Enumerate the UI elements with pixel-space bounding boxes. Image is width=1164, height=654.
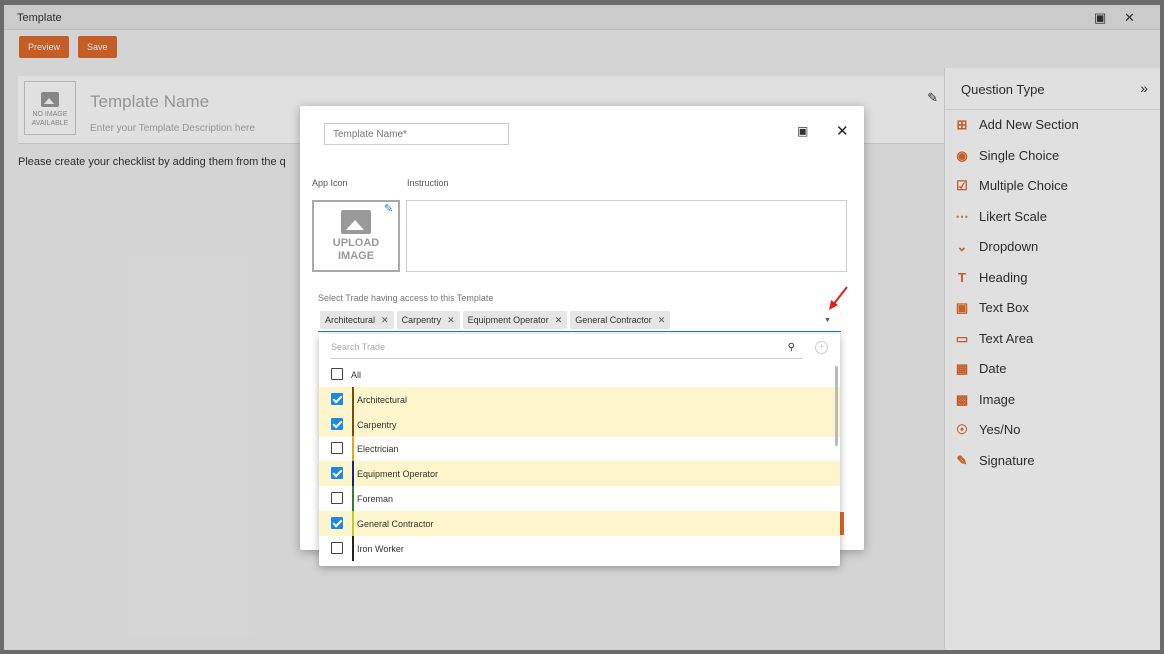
search-trade-field[interactable]: Search Trade ⚲	[331, 339, 803, 359]
trade-option-label: Iron Worker	[357, 543, 404, 554]
modal-maximize-icon[interactable]: ▣	[797, 124, 808, 138]
trade-color-bar	[352, 461, 354, 487]
image-icon	[341, 210, 371, 234]
trade-select-label: Select Trade having access to this Templ…	[318, 293, 494, 303]
trade-checkbox[interactable]	[331, 541, 343, 554]
trade-option[interactable]: General Contractor	[319, 510, 840, 536]
trade-option-label: Carpentry	[357, 419, 397, 430]
trade-color-bar	[352, 411, 354, 437]
trade-option[interactable]: Carpentry	[319, 411, 840, 437]
trade-checkbox[interactable]	[331, 492, 343, 504]
trade-color-bar	[352, 535, 354, 561]
selected-trade-chips: Architectural ✕ Carpentry ✕ Equipment Operat…	[320, 311, 673, 329]
remove-chip-icon[interactable]: ✕	[381, 315, 389, 325]
trade-option-label: Architectural	[357, 394, 408, 405]
trade-checkbox[interactable]	[331, 417, 343, 430]
trade-checkbox[interactable]	[331, 516, 343, 529]
trade-chip: General Contractor ✕	[570, 311, 671, 329]
instruction-label: Instruction	[407, 178, 449, 188]
trade-option-label: General Contractor	[357, 518, 434, 529]
dropdown-caret-icon[interactable]: ▼	[824, 317, 831, 324]
trade-option-label: All	[351, 370, 362, 380]
trade-option[interactable]: Foreman	[319, 486, 840, 511]
remove-chip-icon[interactable]: ✕	[658, 315, 666, 325]
trade-color-bar	[352, 386, 354, 412]
red-arrow-annotation	[829, 286, 848, 310]
trade-chip: Carpentry ✕	[396, 311, 460, 329]
trade-option-label: Electrician	[357, 444, 399, 455]
trade-chip-label: General Contractor	[575, 315, 652, 325]
search-trade-input[interactable]: Search Trade	[331, 342, 385, 352]
app-icon-label: App Icon	[312, 178, 348, 188]
trade-option[interactable]: Equipment Operator	[319, 461, 840, 487]
trade-select-underline	[318, 331, 841, 332]
instruction-textarea[interactable]	[406, 200, 847, 272]
trade-chip-label: Carpentry	[401, 315, 442, 325]
trade-checkbox[interactable]	[331, 368, 343, 380]
template-name-input[interactable]	[324, 123, 509, 145]
modal-close-icon[interactable]: ✕	[836, 122, 849, 140]
trade-chip: Architectural ✕	[320, 311, 394, 329]
remove-chip-icon[interactable]: ✕	[555, 315, 563, 325]
trade-checkbox[interactable]	[331, 467, 343, 480]
edit-image-pencil-icon[interactable]: ✎	[384, 202, 393, 215]
add-trade-icon[interactable]: +	[815, 341, 828, 354]
trade-dropdown: Search Trade ⚲ + All Architectural Carpent…	[319, 334, 840, 566]
trade-color-bar	[352, 436, 354, 462]
trade-option[interactable]: All	[319, 362, 840, 387]
search-icon[interactable]: ⚲	[788, 342, 795, 353]
trade-option[interactable]: Electrician	[319, 436, 840, 462]
trade-chip-label: Equipment Operator	[467, 315, 549, 325]
trade-checkbox[interactable]	[331, 442, 343, 455]
trade-option-label: Equipment Operator	[357, 469, 439, 480]
trade-checkbox[interactable]	[331, 392, 343, 405]
trade-chip-label: Architectural	[325, 315, 376, 325]
dropdown-scrollbar[interactable]	[835, 366, 838, 446]
trade-option[interactable]: Architectural	[319, 386, 840, 412]
upload-image-text: UPLOAD IMAGE	[332, 237, 380, 262]
trade-color-bar	[352, 486, 354, 511]
trade-option-label: Foreman	[357, 494, 394, 504]
trade-color-bar	[352, 510, 354, 536]
remove-chip-icon[interactable]: ✕	[447, 315, 455, 325]
trade-chip: Equipment Operator ✕	[462, 311, 568, 329]
trade-option[interactable]: Iron Worker	[319, 535, 840, 561]
